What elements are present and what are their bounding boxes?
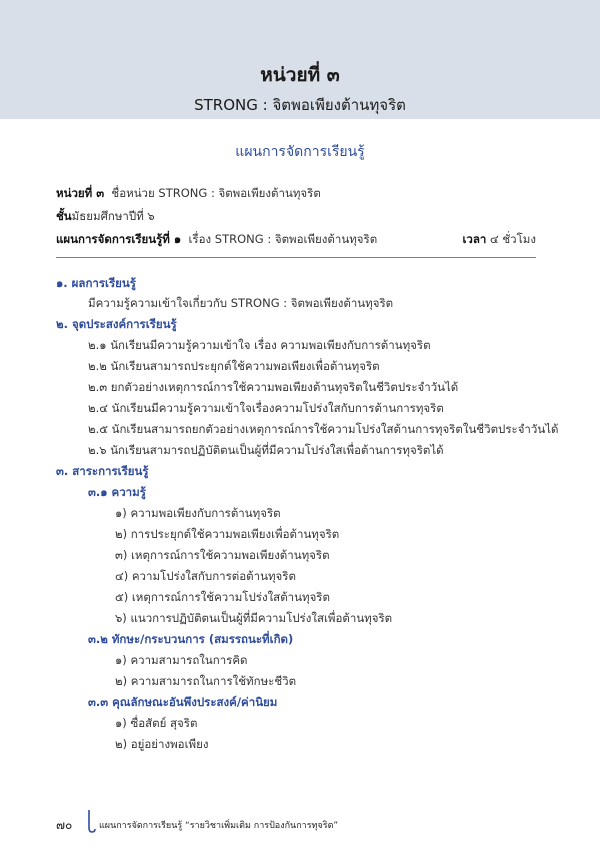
objective-item: ๒.๕ นักเรียนสามารถยกตัวอย่างเหตุการณ์การ… (88, 422, 559, 436)
knowledge-item: ๑) ความพอเพียงกับการต้านทุจริต (115, 506, 281, 520)
meta-time: เวลา ๔ ชั่วโมง (462, 232, 536, 247)
section-1-text: มีความรู้ความเข้าใจเกี่ยวกับ STRONG : จิ… (88, 296, 394, 310)
unit-subtitle: STRONG : จิตพอเพียงต้านทุจริต (194, 96, 406, 114)
objective-item: ๒.๑ นักเรียนมีความรู้ความเข้าใจ เรื่อง ค… (88, 338, 431, 352)
meta-grade-value: มัธยมศึกษาปีที่ ๖ (71, 209, 155, 223)
meta-time-value: ๔ ชั่วโมง (490, 232, 536, 246)
objective-item: ๒.๒ นักเรียนสามารถประยุกต์ใช้ความพอเพียง… (88, 359, 380, 373)
knowledge-item: ๓) เหตุการณ์การใช้ความพอเพียงต้านทุจริต (115, 548, 330, 562)
plan-heading: แผนการจัดการเรียนรู้ (235, 144, 365, 160)
meta-unit-line: หน่วยที่ ๓ ชื่อหน่วย STRONG : จิตพอเพียง… (56, 186, 321, 201)
attribute-item: ๑) ซื่อสัตย์ สุจริต (115, 716, 198, 730)
header-banner: หน่วยที่ ๓ STRONG : จิตพอเพียงต้านทุจริต (0, 0, 600, 119)
meta-grade-label: ชั้น (56, 209, 72, 223)
unit-title: หน่วยที่ ๓ (260, 64, 340, 86)
meta-plan-line: แผนการจัดการเรียนรู้ที่ ๑ เรื่อง STRONG … (56, 232, 377, 247)
footer-hook-icon (88, 810, 96, 833)
meta-grade-line: ชั้นมัธยมศึกษาปีที่ ๖ (56, 209, 155, 224)
knowledge-item: ๒) การประยุกต์ใช้ความพอเพียงเพื่อต้านทุจ… (115, 527, 340, 541)
objective-item: ๒.๖ นักเรียนสามารถปฏิบัติตนเป็นผู้ที่มีค… (88, 443, 444, 457)
footer-text: แผนการจัดการเรียนรู้ “รายวิชาเพิ่มเติม ก… (99, 821, 339, 831)
section-3-title: ๓. สาระการเรียนรู้ (56, 464, 149, 478)
meta-unit-label: หน่วยที่ ๓ (56, 186, 105, 200)
section-1-title: ๑. ผลการเรียนรู้ (56, 276, 136, 290)
skill-item: ๒) ความสามารถในการใช้ทักษะชีวิต (115, 674, 297, 688)
knowledge-item: ๕) เหตุการณ์การใช้ความโปร่งใสต้านทุจริต (115, 590, 330, 604)
objective-item: ๒.๔ นักเรียนมีความรู้ความเข้าใจเรื่องควา… (88, 401, 444, 415)
meta-plan-label: แผนการจัดการเรียนรู้ที่ ๑ (56, 232, 182, 246)
meta-time-label: เวลา (462, 232, 487, 246)
skill-item: ๑) ความสามารถในการคิด (115, 653, 248, 667)
section-2-title: ๒. จุดประสงค์การเรียนรู้ (56, 317, 177, 331)
knowledge-item: ๖) แนวการปฏิบัติตนเป็นผู้ที่มีความโปร่งใ… (115, 611, 393, 625)
meta-unit-value: ชื่อหน่วย STRONG : จิตพอเพียงต้านทุจริต (111, 186, 321, 200)
subsection-3-2-title: ๓.๒ ทักษะ/กระบวนการ (สมรรถนะที่เกิด) (88, 632, 294, 646)
attribute-item: ๒) อยู่อย่างพอเพียง (115, 737, 209, 751)
objective-item: ๒.๓ ยกตัวอย่างเหตุการณ์การใช้ความพอเพียง… (88, 380, 459, 394)
meta-plan-value: เรื่อง STRONG : จิตพอเพียงต้านทุจริต (188, 232, 378, 246)
subsection-3-1-title: ๓.๑ ความรู้ (88, 485, 146, 499)
knowledge-item: ๔) ความโปร่งใสกับการต่อต้านทุจริต (115, 569, 296, 583)
subsection-3-3-title: ๓.๓ คุณลักษณะอันพึงประสงค์/ค่านิยม (88, 695, 278, 709)
divider (56, 257, 536, 258)
page-number: ๗๐ (56, 818, 73, 832)
